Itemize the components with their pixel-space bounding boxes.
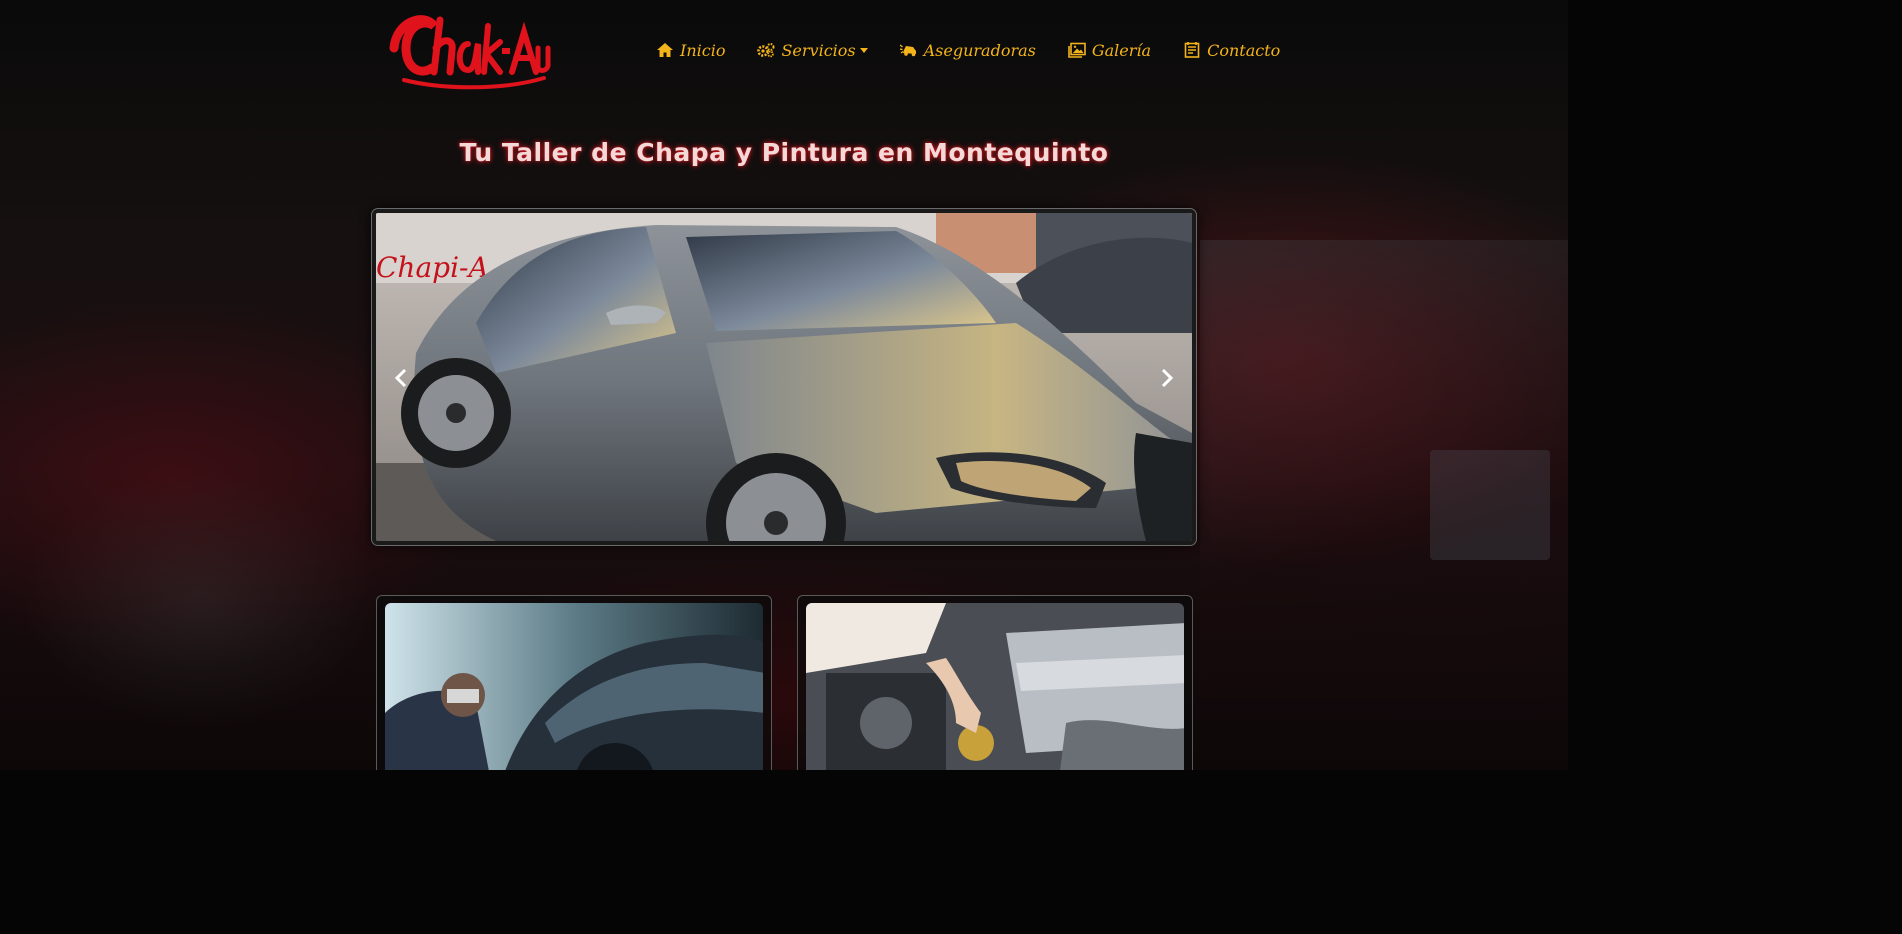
- nav-item-servicios[interactable]: Servicios: [757, 40, 868, 60]
- chevron-down-icon: [859, 47, 868, 53]
- chevron-left-icon: [394, 368, 407, 388]
- main-nav: Inicio Servicios Aseguradoras Galería Co…: [640, 32, 1296, 68]
- service-card-painting[interactable]: [376, 595, 772, 770]
- page-title: Tu Taller de Chapa y Pintura en Montequi…: [459, 138, 1109, 167]
- nav-item-galeria[interactable]: Galería: [1068, 41, 1151, 60]
- grey-sedan-photo: Chapi-A: [376, 213, 1192, 541]
- card-image: [806, 603, 1184, 770]
- contact-card-icon: [1183, 42, 1201, 58]
- background-car: [1200, 240, 1568, 700]
- carousel-prev-button[interactable]: [386, 358, 416, 398]
- nav-label-inicio: Inicio: [680, 40, 726, 60]
- carousel-next-button[interactable]: [1152, 358, 1182, 398]
- background-license-plate: [1430, 450, 1550, 560]
- nav-label-galeria: Galería: [1091, 40, 1152, 60]
- nav-item-contacto[interactable]: Contacto: [1183, 41, 1280, 60]
- nav-label-aseguradoras: Aseguradoras: [923, 40, 1036, 60]
- nav-item-inicio[interactable]: Inicio: [656, 41, 725, 60]
- brand-logo[interactable]: [384, 8, 554, 96]
- car-crash-icon: [899, 42, 918, 58]
- service-card-mechanics[interactable]: [797, 595, 1193, 770]
- nav-label-contacto: Contacto: [1207, 40, 1281, 60]
- gears-icon: [757, 42, 775, 58]
- images-icon: [1068, 42, 1086, 58]
- car-painting-photo: [385, 603, 763, 770]
- home-icon: [656, 42, 674, 58]
- nav-item-aseguradoras[interactable]: Aseguradoras: [899, 40, 1036, 60]
- card-image: [385, 603, 763, 770]
- nav-label-servicios: Servicios: [781, 40, 856, 60]
- logo-graphic: [389, 15, 551, 90]
- background-wheel: [20, 470, 380, 730]
- hero-carousel: Chapi-A: [371, 208, 1197, 546]
- page: Inicio Servicios Aseguradoras Galería Co…: [0, 0, 1568, 770]
- engine-maintenance-photo: [806, 603, 1184, 770]
- svg-text:Chapi-A: Chapi-A: [376, 251, 489, 284]
- chevron-right-icon: [1161, 368, 1174, 388]
